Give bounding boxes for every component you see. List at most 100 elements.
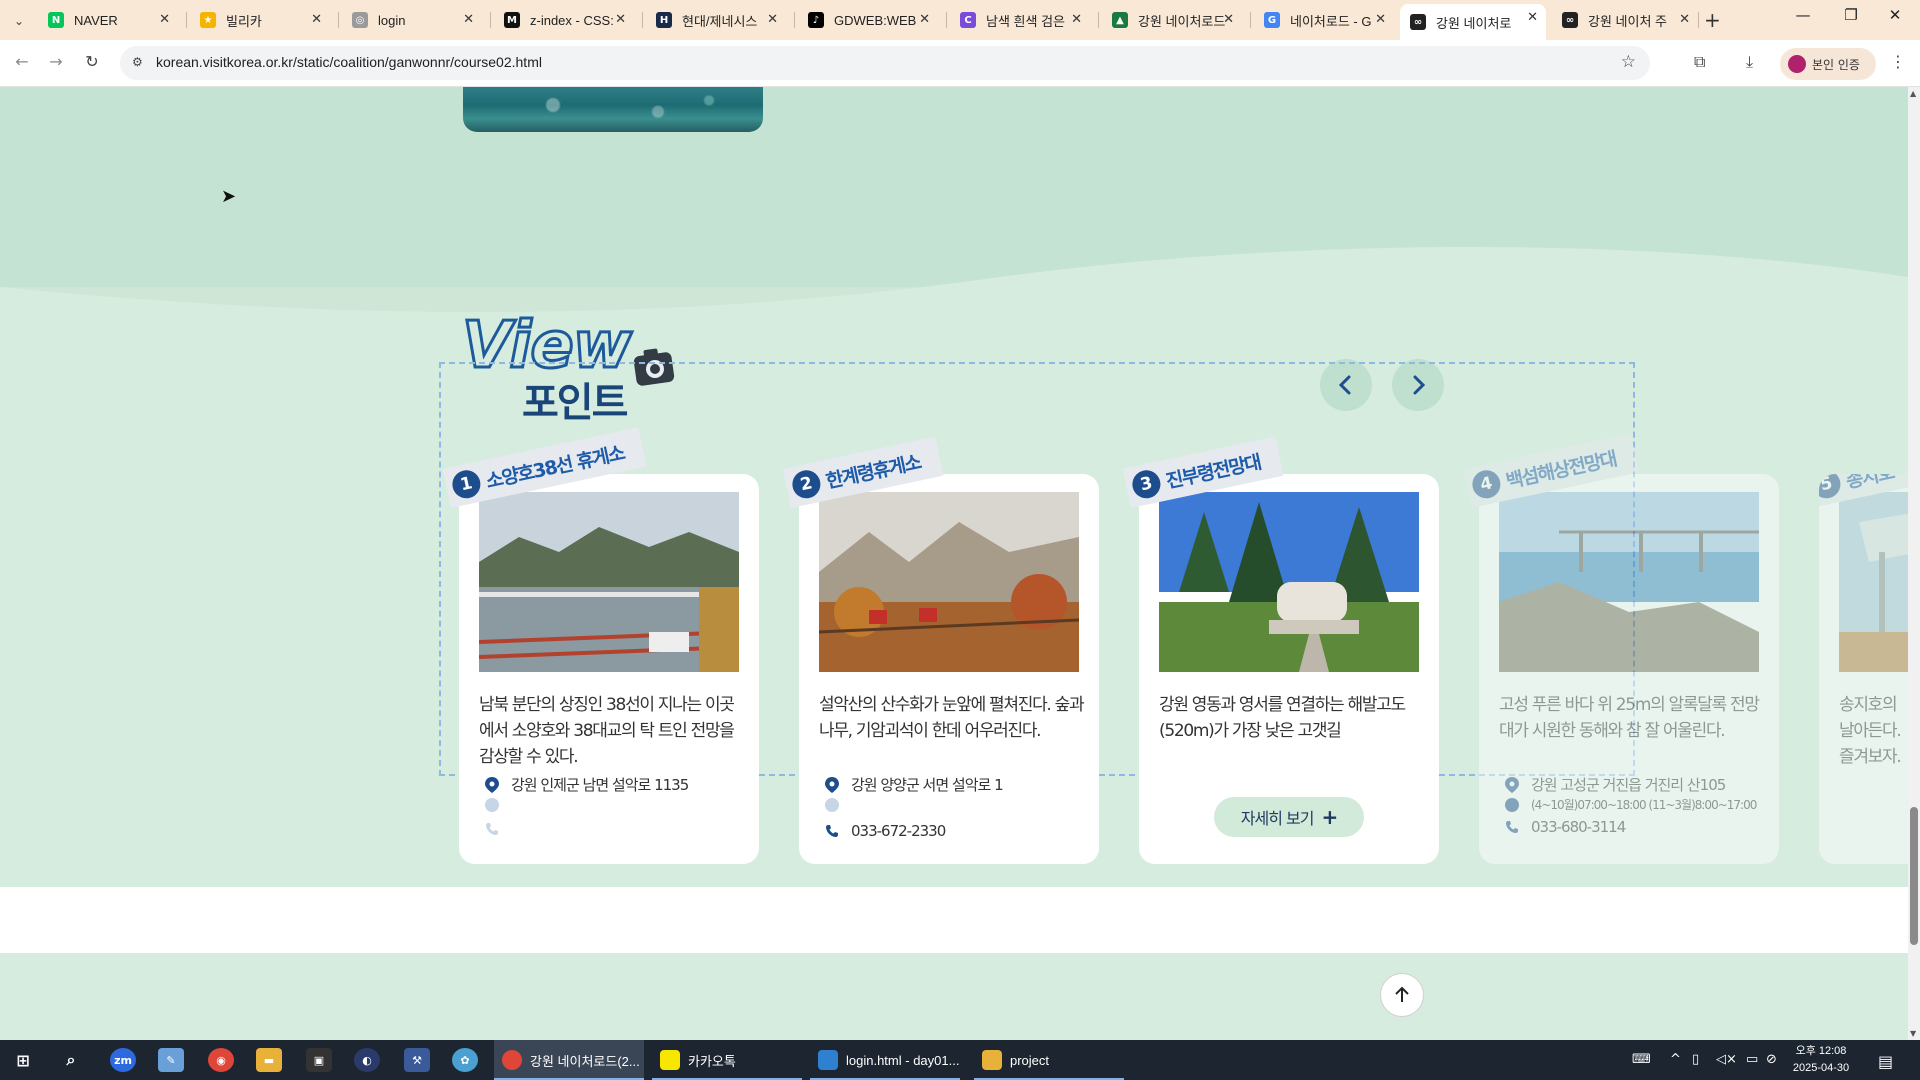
app-icon[interactable]: ✿ [452, 1048, 478, 1072]
tab-naturroad-google[interactable]: G 네이처로드 - G ✕ [1254, 6, 1394, 34]
forward-arrow-icon[interactable]: → [44, 52, 68, 71]
taskbar-task-project-folder[interactable]: project [974, 1040, 1124, 1080]
card-hours: (4~10월)07:00~18:00 (11~3월)8:00~17:00 [1531, 798, 1757, 812]
scroll-up-arrow-icon[interactable]: ▲ [1910, 89, 1916, 98]
tab-title: 강원 네이처 주 [1588, 13, 1667, 29]
tab-color[interactable]: C 남색 흰색 검은 ✕ [950, 6, 1090, 34]
tab-hyundai[interactable]: H 현대/제네시스 ✕ [646, 6, 786, 34]
address-bar[interactable]: ⚙ korean.visitkorea.or.kr/static/coaliti… [120, 46, 1650, 80]
capcut-icon[interactable]: ▣ [306, 1048, 332, 1072]
sql-icon[interactable]: ⚒ [404, 1048, 430, 1072]
tab-billika[interactable]: ★ 빌리카 ✕ [190, 6, 330, 34]
scroll-down-arrow-icon[interactable]: ▼ [1910, 1029, 1916, 1038]
folder-icon[interactable]: ▬ [256, 1048, 282, 1072]
tab-gangwon-1[interactable]: ▲ 강원 네이처로드 ✕ [1102, 6, 1242, 34]
chrome-icon[interactable]: ◉ [208, 1048, 234, 1072]
close-icon[interactable]: ✕ [159, 12, 170, 27]
close-icon[interactable]: ✕ [311, 12, 322, 27]
more-menu-icon[interactable]: ⋮ [1890, 52, 1906, 71]
view-card-3[interactable]: 3 진부령전망대 강원 영동과 영서를 연결하는 해발고도(520m)가 가장 … [1122, 436, 1439, 864]
blocked-icon[interactable]: ⊘ [1766, 1052, 1777, 1067]
tab-naver[interactable]: N NAVER ✕ [38, 6, 178, 34]
naver-icon: N [48, 12, 64, 28]
battery-icon[interactable]: ▯ [1692, 1052, 1699, 1067]
window-close-icon[interactable]: ✕ [1872, 6, 1918, 24]
close-icon[interactable]: ✕ [1527, 10, 1538, 25]
close-icon[interactable]: ✕ [1375, 12, 1386, 27]
tab-gdweb[interactable]: ♪ GDWEB:WEB ✕ [798, 6, 938, 34]
tab-search-chevron-icon[interactable]: ⌄ [6, 8, 32, 34]
search-icon[interactable]: ⌕ [58, 1048, 84, 1072]
tab-login[interactable]: ◎ login ✕ [342, 6, 482, 34]
extensions-puzzle-icon[interactable]: ⧉ [1694, 52, 1705, 72]
keyboard-icon[interactable]: ⌨ [1632, 1052, 1651, 1067]
kakaotalk-icon [660, 1050, 680, 1070]
close-icon[interactable]: ✕ [767, 12, 778, 27]
bookmark-star-icon[interactable]: ☆ [1621, 52, 1636, 72]
back-arrow-icon[interactable]: ← [10, 52, 34, 71]
download-icon[interactable]: ⤓ [1746, 52, 1753, 72]
notepad-icon[interactable]: ✎ [158, 1048, 184, 1072]
close-icon[interactable]: ✕ [463, 12, 474, 27]
clock-date: 2025-04-30 [1792, 1062, 1850, 1074]
scrollbar-thumb[interactable] [1910, 807, 1918, 945]
view-more-label: 자세히 보기 [1240, 809, 1315, 828]
minimize-icon[interactable]: — [1780, 6, 1826, 24]
address-row: 강원 고성군 거진읍 거진리 산105 [1505, 774, 1726, 795]
restore-icon[interactable]: ❐ [1828, 6, 1874, 24]
tab-title: login [378, 12, 406, 28]
avatar [1788, 55, 1806, 73]
windows-taskbar: ⊞ ⌕ zm ✎ ◉ ▬ ▣ ◐ ⚒ ✿ 강원 네이처로드(2... 카카오톡 … [0, 1040, 1920, 1080]
url-text[interactable]: korean.visitkorea.or.kr/static/coalition… [156, 54, 542, 70]
phone-icon [825, 824, 839, 838]
close-icon[interactable]: ✕ [615, 12, 626, 27]
mountain-icon: ▲ [1112, 12, 1128, 28]
zoom-icon[interactable]: zm [110, 1048, 136, 1072]
new-tab-plus-icon[interactable]: + [1704, 8, 1721, 32]
view-card-1[interactable]: 1 소양호38선 휴게소 남북 분단의 상징인 38선이 지나는 이곳에서 소양… [442, 427, 759, 864]
arrow-up-icon [1395, 986, 1409, 1002]
tab-zindex[interactable]: M z-index - CSS: ✕ [494, 6, 634, 34]
card-description: 남북 분단의 상징인 38선이 지나는 이곳에서 소양호와 38대교의 탁 트인… [479, 695, 735, 767]
card-number: 3 [1129, 467, 1164, 501]
volume-muted-icon[interactable]: ◁× [1716, 1052, 1737, 1067]
tab-title: 현대/제네시스 [682, 13, 758, 29]
profile-button[interactable]: 본인 인증 [1780, 48, 1876, 80]
star-icon: ★ [200, 12, 216, 28]
site-info-icon[interactable]: ⚙ [132, 55, 148, 71]
browser-toolbar: ← → ↻ ⚙ korean.visitkorea.or.kr/static/c… [0, 40, 1920, 87]
card-title: 송지호 [1843, 474, 1896, 493]
google-icon: G [1264, 12, 1280, 28]
taskbar-clock[interactable]: 오후 12:08 2025-04-30 [1786, 1043, 1856, 1077]
taskbar-task-vscode[interactable]: login.html - day01... [810, 1040, 960, 1080]
view-card-4[interactable]: 4 백섬해상전망대 고성 푸른 바다 위 25m의 알록달록 전망대가 시원한 … [1462, 433, 1779, 864]
card-description: 설악산의 산수화가 눈앞에 펼쳐진다. 숲과 나무, 기암괴석이 한데 어우러진… [819, 695, 1085, 741]
taskbar-task-chrome[interactable]: 강원 네이처로드(2... [494, 1040, 644, 1080]
taskbar-task-kakaotalk[interactable]: 카카오톡 [652, 1040, 802, 1080]
view-card-2[interactable]: 2 한계령휴게소 설악산의 산수화가 눈앞에 펼쳐진다. 숲과 나무, 기암괴석… [782, 436, 1099, 864]
tray-chevron-up-icon[interactable]: ^ [1670, 1052, 1681, 1067]
card-address: 강원 고성군 거진읍 거진리 산105 [1531, 776, 1726, 794]
close-icon[interactable]: ✕ [1223, 12, 1234, 27]
tab-title: 빌리카 [226, 13, 262, 29]
tab-gangwon-active[interactable]: ∞ 강원 네이처로 ✕ [1400, 4, 1546, 40]
view-card-5[interactable]: 5 송지호 송지호의 날아든다. 즐겨보자. [1819, 474, 1908, 864]
windows-start-icon[interactable]: ⊞ [10, 1048, 36, 1072]
network-icon[interactable]: ▭ [1746, 1052, 1758, 1067]
address-row: 강원 양양군 서면 설악로 1 [825, 774, 1004, 795]
address-row: 강원 인제군 남면 설악로 1135 [485, 774, 689, 795]
folder-icon [982, 1050, 1002, 1070]
close-icon[interactable]: ✕ [1679, 12, 1690, 27]
tab-gangwon-3[interactable]: ∞ 강원 네이처 주 ✕ [1552, 6, 1698, 34]
scroll-to-top-button[interactable] [1380, 973, 1424, 1017]
card-description: 강원 영동과 영서를 연결하는 해발고도(520m)가 가장 낮은 고갯길 [1159, 695, 1406, 741]
close-icon[interactable]: ✕ [1071, 12, 1082, 27]
reload-icon[interactable]: ↻ [80, 52, 104, 71]
globe-icon: ◎ [352, 12, 368, 28]
notification-icon[interactable]: ▤ [1878, 1052, 1893, 1071]
eclipse-icon[interactable]: ◐ [354, 1048, 380, 1072]
phone-row: 033-680-3114 [1505, 818, 1626, 836]
page-scrollbar[interactable]: ▲ ▼ [1908, 87, 1920, 1040]
view-more-button[interactable]: 자세히 보기 + [1214, 797, 1364, 837]
close-icon[interactable]: ✕ [919, 12, 930, 27]
